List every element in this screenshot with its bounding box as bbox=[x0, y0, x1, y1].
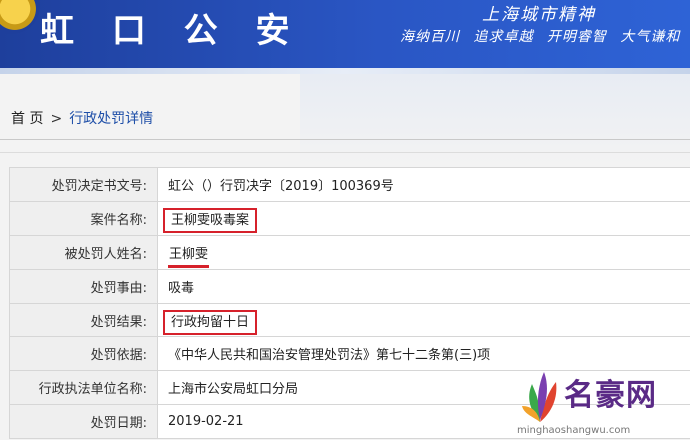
row-label: 案件名称: bbox=[9, 200, 158, 236]
table-row: 处罚结果: 行政拘留十日 bbox=[9, 302, 690, 338]
decision-number-value: 虹公（）行罚决字〔2019〕100369号 bbox=[168, 178, 394, 194]
city-spirit-title: 上海城市精神 bbox=[482, 5, 596, 25]
row-label: 处罚事由: bbox=[9, 268, 158, 304]
penalty-date-value: 2019-02-21 bbox=[168, 414, 244, 430]
watermark-title: 名豪网 bbox=[564, 378, 657, 413]
table-row: 处罚依据: 《中华人民共和国治安管理处罚法》第七十二条第(三)项 bbox=[9, 336, 690, 372]
watermark-logo: 名豪网 minghaoshangwu.com bbox=[512, 368, 690, 440]
row-value-cell: 吸毒 bbox=[157, 268, 690, 304]
enforcement-unit-value: 上海市公安局虹口分局 bbox=[168, 382, 299, 398]
divider bbox=[0, 152, 690, 153]
row-label: 行政执法单位名称: bbox=[9, 370, 158, 406]
row-value-cell: 王柳雯吸毒案 bbox=[157, 200, 690, 236]
row-label: 处罚决定书文号: bbox=[9, 167, 158, 202]
star-icon: ★ bbox=[0, 0, 8, 2]
breadcrumb-home-link[interactable]: 首 页 bbox=[11, 111, 43, 127]
divider bbox=[0, 139, 690, 140]
row-label: 处罚依据: bbox=[9, 336, 158, 372]
table-row: 处罚事由: 吸毒 bbox=[9, 268, 690, 304]
table-row: 案件名称: 王柳雯吸毒案 bbox=[9, 200, 690, 236]
row-label: 被处罚人姓名: bbox=[9, 234, 158, 270]
city-spirit-motto: 海纳百川 追求卓越 开明睿智 大气谦和 bbox=[400, 29, 681, 45]
breadcrumb: 首 页 > 行政处罚详情 bbox=[11, 108, 153, 128]
penalty-reason-value: 吸毒 bbox=[168, 280, 195, 296]
breadcrumb-current: 行政处罚详情 bbox=[69, 111, 154, 127]
penalized-person-value: 王柳雯 bbox=[168, 246, 210, 268]
row-label: 处罚日期: bbox=[9, 404, 158, 440]
table-row: 处罚决定书文号: 虹公（）行罚决字〔2019〕100369号 bbox=[9, 167, 690, 202]
row-label: 处罚结果: bbox=[9, 302, 158, 338]
legal-basis-value: 《中华人民共和国治安管理处罚法》第七十二条第(三)项 bbox=[168, 348, 491, 364]
penalty-result-value: 行政拘留十日 bbox=[162, 309, 258, 335]
police-badge-icon: ★ bbox=[0, 0, 40, 34]
leaf-logo-icon bbox=[522, 372, 557, 422]
table-row: 被处罚人姓名: 王柳雯 bbox=[9, 234, 690, 270]
case-name-value: 王柳雯吸毒案 bbox=[162, 207, 258, 233]
site-brand-title: 虹 口 公 安 bbox=[40, 11, 303, 51]
row-value-cell: 《中华人民共和国治安管理处罚法》第七十二条第(三)项 bbox=[157, 336, 690, 372]
row-value-cell: 虹公（）行罚决字〔2019〕100369号 bbox=[157, 167, 690, 202]
row-value-cell: 王柳雯 bbox=[157, 234, 690, 270]
breadcrumb-separator: > bbox=[50, 111, 63, 127]
watermark-url: minghaoshangwu.com bbox=[517, 425, 631, 436]
row-value-cell: 行政拘留十日 bbox=[157, 302, 690, 338]
site-banner: ★ 虹 口 公 安 上海城市精神 海纳百川 追求卓越 开明睿智 大气谦和 bbox=[0, 0, 690, 70]
skyline-backdrop bbox=[300, 74, 690, 164]
